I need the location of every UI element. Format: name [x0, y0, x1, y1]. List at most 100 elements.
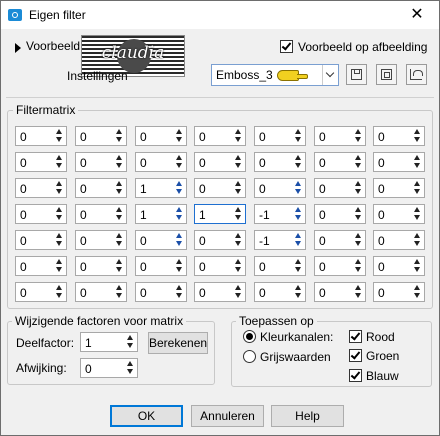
matrix-cell-spin-buttons[interactable]	[54, 258, 65, 274]
matrix-cell-input[interactable]	[199, 260, 227, 274]
matrix-cell-spin-buttons[interactable]	[293, 284, 304, 300]
matrix-cell-r5-c4[interactable]	[194, 230, 246, 250]
matrix-cell-input[interactable]	[199, 286, 227, 300]
matrix-cell-input[interactable]	[20, 182, 48, 196]
matrix-cell-r3-c1[interactable]	[15, 178, 67, 198]
matrix-cell-spin-buttons[interactable]	[174, 180, 185, 196]
matrix-cell-input[interactable]	[319, 156, 347, 170]
matrix-cell-r6-c5[interactable]	[254, 256, 306, 276]
matrix-cell-input[interactable]	[259, 182, 287, 196]
matrix-cell-r3-c4[interactable]	[194, 178, 246, 198]
grayscale-radio[interactable]	[243, 350, 256, 363]
matrix-cell-spin-buttons[interactable]	[54, 128, 65, 144]
matrix-cell-r3-c2[interactable]	[75, 178, 127, 198]
matrix-cell-r7-c6[interactable]	[314, 282, 366, 302]
matrix-cell-input[interactable]	[80, 234, 108, 248]
cancel-button[interactable]: Annuleren	[191, 405, 264, 427]
matrix-cell-spin-buttons[interactable]	[412, 128, 423, 144]
ok-button[interactable]: OK	[110, 405, 183, 427]
matrix-cell-input[interactable]	[378, 234, 406, 248]
matrix-cell-r5-c5[interactable]	[254, 230, 306, 250]
matrix-cell-spin-buttons[interactable]	[174, 206, 185, 222]
close-button[interactable]: ✕	[397, 1, 437, 29]
blue-checkbox[interactable]	[349, 369, 362, 382]
matrix-cell-input[interactable]	[80, 156, 108, 170]
matrix-cell-spin-buttons[interactable]	[412, 284, 423, 300]
offset-input[interactable]	[85, 362, 113, 376]
matrix-cell-spin-buttons[interactable]	[233, 128, 244, 144]
matrix-cell-r2-c3[interactable]	[135, 152, 187, 172]
matrix-cell-r5-c2[interactable]	[75, 230, 127, 250]
matrix-cell-input[interactable]	[319, 130, 347, 144]
preview-expand-toggle[interactable]	[15, 40, 25, 54]
matrix-cell-r6-c2[interactable]	[75, 256, 127, 276]
matrix-cell-r4-c6[interactable]	[314, 204, 366, 224]
matrix-cell-r2-c6[interactable]	[314, 152, 366, 172]
matrix-cell-r1-c1[interactable]	[15, 126, 67, 146]
matrix-cell-input[interactable]	[259, 156, 287, 170]
matrix-cell-r5-c1[interactable]	[15, 230, 67, 250]
matrix-cell-r2-c2[interactable]	[75, 152, 127, 172]
matrix-cell-r6-c7[interactable]	[373, 256, 425, 276]
matrix-cell-input[interactable]	[378, 182, 406, 196]
matrix-cell-spin-buttons[interactable]	[353, 128, 364, 144]
matrix-cell-spin-buttons[interactable]	[412, 232, 423, 248]
matrix-cell-input[interactable]	[80, 208, 108, 222]
matrix-cell-r2-c1[interactable]	[15, 152, 67, 172]
matrix-cell-spin-buttons[interactable]	[293, 128, 304, 144]
matrix-cell-input[interactable]	[259, 234, 287, 248]
matrix-cell-r1-c3[interactable]	[135, 126, 187, 146]
matrix-cell-r2-c4[interactable]	[194, 152, 246, 172]
matrix-cell-r7-c5[interactable]	[254, 282, 306, 302]
matrix-cell-input[interactable]	[378, 156, 406, 170]
matrix-cell-spin-buttons[interactable]	[114, 284, 125, 300]
matrix-cell-spin-buttons[interactable]	[174, 258, 185, 274]
matrix-cell-r6-c6[interactable]	[314, 256, 366, 276]
matrix-cell-spin-buttons[interactable]	[174, 128, 185, 144]
matrix-cell-spin-buttons[interactable]	[293, 180, 304, 196]
matrix-cell-spin-buttons[interactable]	[353, 154, 364, 170]
matrix-cell-spin-buttons[interactable]	[293, 258, 304, 274]
matrix-cell-spin-buttons[interactable]	[114, 258, 125, 274]
matrix-cell-r1-c4[interactable]	[194, 126, 246, 146]
matrix-cell-spin-buttons[interactable]	[114, 232, 125, 248]
matrix-cell-r4-c4[interactable]	[194, 204, 246, 224]
matrix-cell-spin-buttons[interactable]	[293, 154, 304, 170]
matrix-cell-input[interactable]	[259, 260, 287, 274]
matrix-cell-spin-buttons[interactable]	[233, 206, 244, 222]
matrix-cell-input[interactable]	[378, 130, 406, 144]
offset-spin-buttons[interactable]	[125, 360, 136, 376]
matrix-cell-r3-c7[interactable]	[373, 178, 425, 198]
matrix-cell-r5-c7[interactable]	[373, 230, 425, 250]
matrix-cell-r1-c6[interactable]	[314, 126, 366, 146]
offset-stepper[interactable]	[80, 358, 138, 378]
random-button[interactable]	[376, 64, 397, 85]
matrix-cell-spin-buttons[interactable]	[233, 180, 244, 196]
matrix-cell-input[interactable]	[199, 182, 227, 196]
matrix-cell-input[interactable]	[319, 234, 347, 248]
matrix-cell-spin-buttons[interactable]	[233, 258, 244, 274]
divisor-input[interactable]	[85, 336, 113, 350]
matrix-cell-r7-c2[interactable]	[75, 282, 127, 302]
matrix-cell-input[interactable]	[20, 234, 48, 248]
matrix-cell-spin-buttons[interactable]	[174, 232, 185, 248]
matrix-cell-r6-c1[interactable]	[15, 256, 67, 276]
matrix-cell-input[interactable]	[378, 260, 406, 274]
red-checkbox[interactable]	[349, 330, 362, 343]
matrix-cell-spin-buttons[interactable]	[412, 258, 423, 274]
matrix-cell-r5-c6[interactable]	[314, 230, 366, 250]
matrix-cell-spin-buttons[interactable]	[353, 206, 364, 222]
matrix-cell-input[interactable]	[319, 208, 347, 222]
matrix-cell-input[interactable]	[20, 260, 48, 274]
matrix-cell-input[interactable]	[20, 208, 48, 222]
matrix-cell-spin-buttons[interactable]	[54, 206, 65, 222]
matrix-cell-r1-c2[interactable]	[75, 126, 127, 146]
matrix-cell-r4-c1[interactable]	[15, 204, 67, 224]
matrix-cell-input[interactable]	[20, 130, 48, 144]
matrix-cell-input[interactable]	[140, 182, 168, 196]
matrix-cell-input[interactable]	[378, 286, 406, 300]
preset-select[interactable]: Emboss_3	[211, 64, 339, 86]
matrix-cell-spin-buttons[interactable]	[114, 154, 125, 170]
matrix-cell-spin-buttons[interactable]	[174, 284, 185, 300]
matrix-cell-r6-c3[interactable]	[135, 256, 187, 276]
